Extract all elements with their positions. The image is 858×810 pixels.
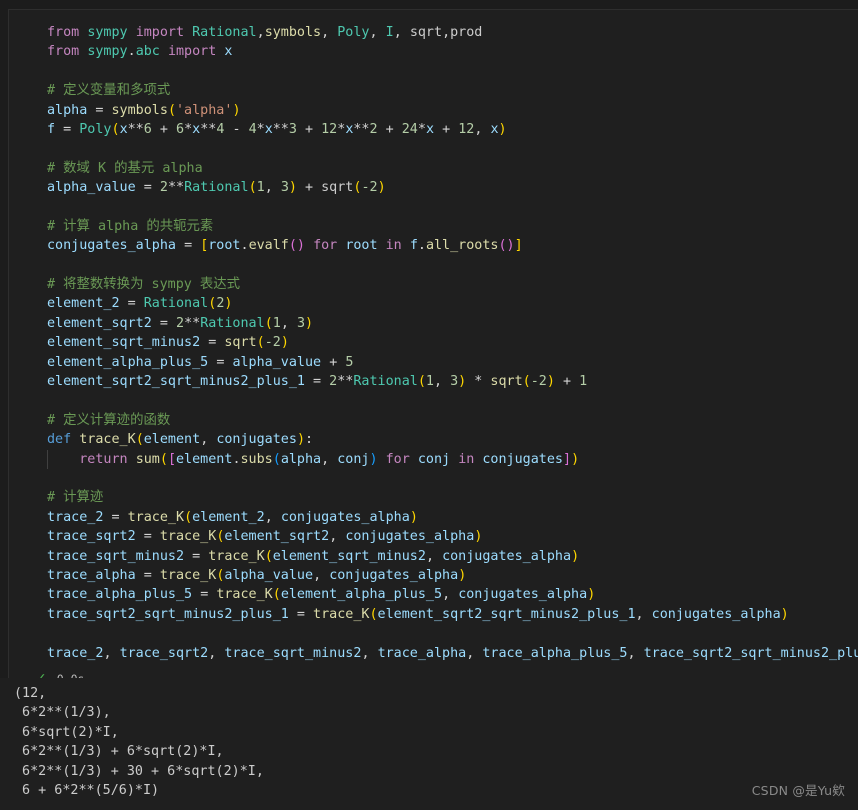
code-line-blank[interactable] <box>9 469 858 488</box>
code-line[interactable]: trace_sqrt2 = trace_K(element_sqrt2, con… <box>9 527 858 546</box>
code-line[interactable]: alpha = symbols('alpha') <box>9 101 858 120</box>
code-line[interactable]: return sum([element.subs(alpha, conj) fo… <box>9 449 858 470</box>
code-line[interactable]: from sympy.abc import x <box>9 42 858 61</box>
notebook-page: from sympy import Rational,symbols, Poly… <box>0 0 858 810</box>
code-line[interactable]: # 计算 alpha 的共轭元素 <box>9 217 858 236</box>
output-line: 6*2**(1/3) + 6*sqrt(2)*I, <box>14 744 224 760</box>
code-line[interactable]: # 将整数转换为 sympy 表达式 <box>9 275 858 294</box>
code-cell[interactable]: from sympy import Rational,symbols, Poly… <box>8 9 858 691</box>
code-line[interactable]: conjugates_alpha = [root.evalf() for roo… <box>9 236 858 255</box>
code-line-blank[interactable] <box>9 198 858 217</box>
code-line[interactable]: element_sqrt2 = 2**Rational(1, 3) <box>9 314 858 333</box>
cell-output: (12, 6*2**(1/3), 6*sqrt(2)*I, 6*2**(1/3)… <box>0 678 858 810</box>
code-line[interactable]: element_sqrt_minus2 = sqrt(-2) <box>9 333 858 352</box>
code-line[interactable]: def trace_K(element, conjugates): <box>9 430 858 449</box>
code-line[interactable]: trace_2, trace_sqrt2, trace_sqrt_minus2,… <box>9 644 858 663</box>
code-line-blank[interactable] <box>9 256 858 275</box>
code-line[interactable]: # 计算迹 <box>9 488 858 507</box>
code-line-blank[interactable] <box>9 391 858 410</box>
code-line-blank[interactable] <box>9 139 858 158</box>
code-line[interactable]: from sympy import Rational,symbols, Poly… <box>9 23 858 42</box>
code-line[interactable]: element_alpha_plus_5 = alpha_value + 5 <box>9 353 858 372</box>
code-line[interactable]: trace_alpha_plus_5 = trace_K(element_alp… <box>9 585 858 604</box>
code-line[interactable]: trace_alpha = trace_K(alpha_value, conju… <box>9 566 858 585</box>
output-line: 6*sqrt(2)*I, <box>14 724 119 740</box>
code-line-blank[interactable] <box>9 624 858 643</box>
code-line[interactable]: # 数域 K 的基元 alpha <box>9 159 858 178</box>
output-line: 6*2**(1/3), <box>14 705 111 721</box>
code-line[interactable]: trace_2 = trace_K(element_2, conjugates_… <box>9 508 858 527</box>
code-line[interactable]: # 定义计算迹的函数 <box>9 411 858 430</box>
code-line[interactable]: trace_sqrt2_sqrt_minus2_plus_1 = trace_K… <box>9 605 858 624</box>
code-line[interactable]: element_sqrt2_sqrt_minus2_plus_1 = 2**Ra… <box>9 372 858 391</box>
code-line[interactable]: alpha_value = 2**Rational(1, 3) + sqrt(-… <box>9 178 858 197</box>
code-line[interactable]: # 定义变量和多项式 <box>9 81 858 100</box>
code-line[interactable]: trace_sqrt_minus2 = trace_K(element_sqrt… <box>9 547 858 566</box>
output-line: 6*2**(1/3) + 30 + 6*sqrt(2)*I, <box>14 763 264 779</box>
watermark: CSDN @是Yu欸 <box>751 783 845 798</box>
code-line[interactable]: element_2 = Rational(2) <box>9 294 858 313</box>
code-line-blank[interactable] <box>9 62 858 81</box>
code-editor[interactable]: from sympy import Rational,symbols, Poly… <box>9 10 858 667</box>
code-line[interactable]: f = Poly(x**6 + 6*x**4 - 4*x**3 + 12*x**… <box>9 120 858 139</box>
output-line: (12, <box>14 686 47 701</box>
output-line: 6 + 6*2**(5/6)*I) <box>14 782 160 798</box>
